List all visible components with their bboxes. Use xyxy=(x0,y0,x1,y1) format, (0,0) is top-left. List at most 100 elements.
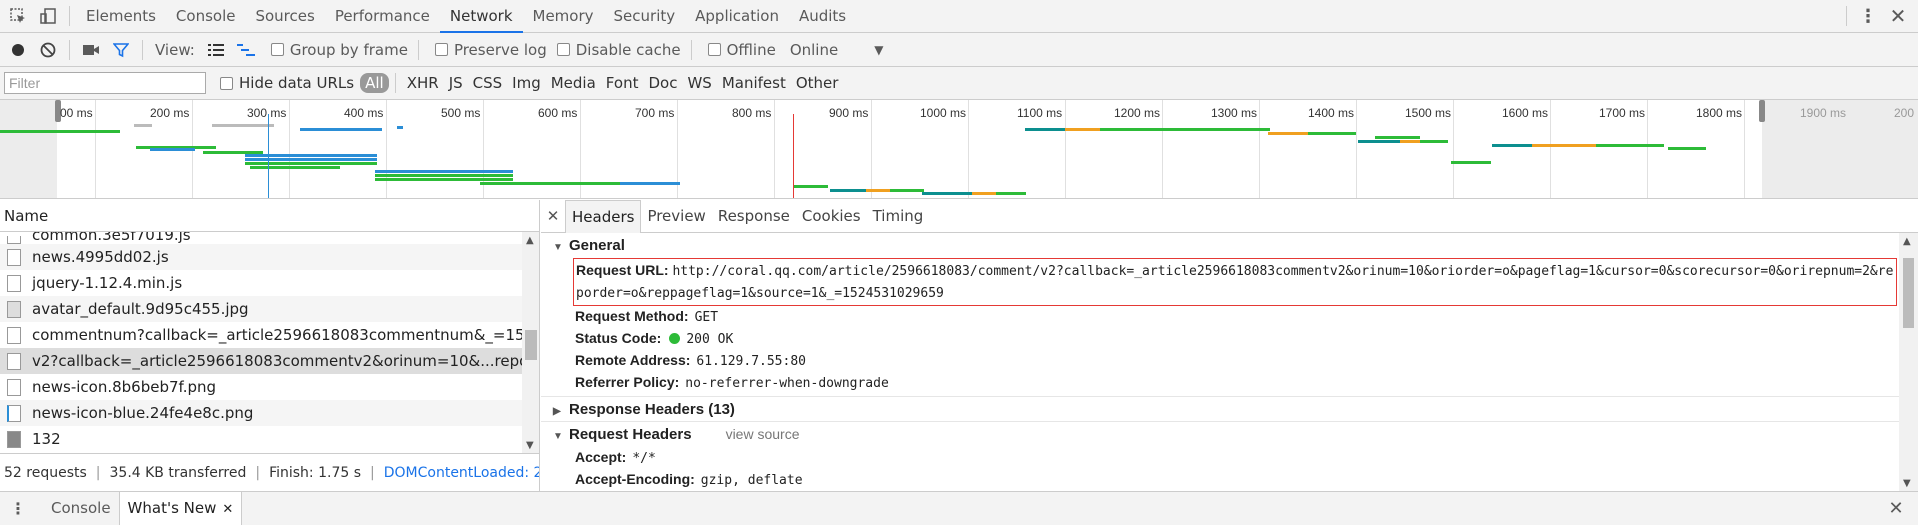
name-column-header[interactable]: Name xyxy=(0,200,539,232)
scrollbar-thumb[interactable] xyxy=(525,330,537,360)
chevron-down-icon[interactable]: ▼ xyxy=(874,43,883,57)
request-row[interactable]: 132 xyxy=(0,426,522,452)
request-list-scrollbar[interactable]: ▲ ▼ xyxy=(522,232,539,453)
request-headers-section-header[interactable]: ▼ Request Headers view source xyxy=(541,422,1899,447)
tab-security[interactable]: Security xyxy=(604,0,686,33)
tab-timing[interactable]: Timing xyxy=(867,200,930,233)
request-row[interactable]: commentnum?callback=_article2596618083co… xyxy=(0,322,522,348)
filter-icon[interactable] xyxy=(111,40,131,60)
script-file-icon xyxy=(7,236,21,244)
tab-audits[interactable]: Audits xyxy=(789,0,856,33)
hide-data-urls-checkbox[interactable] xyxy=(220,76,233,90)
toolbar-divider xyxy=(69,39,70,60)
scrollbar-thumb[interactable] xyxy=(1903,258,1914,328)
filter-type-manifest[interactable]: Manifest xyxy=(717,74,791,92)
request-row[interactable]: news-icon-blue.24fe4e8c.png xyxy=(0,400,522,426)
filter-type-doc[interactable]: Doc xyxy=(643,74,682,92)
throttling-select[interactable]: Online xyxy=(790,41,838,59)
scroll-down-arrow-icon[interactable]: ▼ xyxy=(1903,478,1911,489)
view-source-link[interactable]: view source xyxy=(726,426,800,442)
image-file-icon xyxy=(7,378,21,396)
timeline-gridline xyxy=(1453,100,1454,198)
disable-cache-checkbox[interactable] xyxy=(556,43,570,56)
detail-scrollbar[interactable]: ▲ ▼ xyxy=(1899,233,1918,491)
request-row[interactable]: news-icon.8b6beb7f.png xyxy=(0,374,522,400)
request-name: commentnum?callback=_article2596618083co… xyxy=(32,326,522,344)
tab-elements[interactable]: Elements xyxy=(76,0,166,33)
request-row-selected[interactable]: v2?callback=_article2596618083commentv2&… xyxy=(0,348,522,374)
timeline-gridline xyxy=(1356,100,1357,198)
filter-type-js[interactable]: JS xyxy=(444,74,468,92)
clear-icon[interactable] xyxy=(38,40,58,60)
offline-checkbox[interactable] xyxy=(707,43,721,56)
tab-headers[interactable]: Headers xyxy=(565,200,642,233)
filter-bar: Hide data URLs All XHR JS CSS Img Media … xyxy=(0,67,1918,100)
request-row[interactable]: common.3e5f7019.js xyxy=(0,232,522,244)
offline-label: Offline xyxy=(726,40,776,59)
tab-memory[interactable]: Memory xyxy=(523,0,604,33)
load-event-marker xyxy=(793,114,794,198)
request-bar xyxy=(1668,147,1706,150)
request-bar xyxy=(1451,161,1491,164)
scroll-up-arrow-icon[interactable]: ▲ xyxy=(526,235,534,246)
filter-type-all[interactable]: All xyxy=(360,73,389,93)
response-headers-section-header[interactable]: ▶ Response Headers (13) xyxy=(541,397,1899,422)
request-count: 52 requests xyxy=(4,464,87,481)
request-bar xyxy=(1596,144,1664,147)
scroll-down-arrow-icon[interactable]: ▼ xyxy=(526,440,534,451)
filter-type-font[interactable]: Font xyxy=(601,74,644,92)
tab-application[interactable]: Application xyxy=(685,0,789,33)
waterfall-overview-icon[interactable] xyxy=(236,40,256,60)
request-name: v2?callback=_article2596618083commentv2&… xyxy=(32,352,522,370)
tab-network[interactable]: Network xyxy=(439,0,523,33)
tab-response[interactable]: Response xyxy=(712,200,796,233)
tab-preview[interactable]: Preview xyxy=(641,200,711,233)
request-bar xyxy=(375,170,513,173)
filter-type-ws[interactable]: WS xyxy=(682,74,716,92)
record-icon[interactable] xyxy=(8,40,28,60)
request-row[interactable]: news.4995dd02.js xyxy=(0,244,522,270)
preserve-log-checkbox[interactable] xyxy=(434,43,448,56)
drawer-tab-console[interactable]: Console xyxy=(43,492,119,525)
close-drawer-icon[interactable]: ✕ xyxy=(1886,498,1906,519)
document-file-icon xyxy=(7,326,21,344)
general-section-header[interactable]: ▼ General xyxy=(541,233,1899,258)
request-bar xyxy=(1308,132,1356,135)
large-rows-icon[interactable] xyxy=(206,40,226,60)
close-devtools-icon[interactable]: ✕ xyxy=(1888,4,1908,28)
filter-type-xhr[interactable]: XHR xyxy=(402,74,444,92)
request-row[interactable]: avatar_default.9d95c455.jpg xyxy=(0,296,522,322)
timeline-label: 1200 ms xyxy=(1114,106,1161,120)
network-overview-timeline[interactable]: 00 ms 200 ms 300 ms 400 ms 500 ms 600 ms… xyxy=(0,100,1918,199)
scroll-up-arrow-icon[interactable]: ▲ xyxy=(1903,236,1911,247)
timeline-gridline xyxy=(289,100,290,198)
capture-screenshots-icon[interactable] xyxy=(81,40,101,60)
overview-right-handle[interactable] xyxy=(1759,100,1765,122)
tab-cookies[interactable]: Cookies xyxy=(796,200,867,233)
more-options-icon[interactable]: ⋮ xyxy=(1858,6,1878,27)
tab-performance[interactable]: Performance xyxy=(325,0,440,33)
group-by-frame-checkbox[interactable] xyxy=(270,43,284,56)
drawer-tab-whats-new[interactable]: What's New ✕ xyxy=(118,492,243,525)
request-name: jquery-1.12.4.min.js xyxy=(32,274,183,292)
request-row[interactable]: jquery-1.12.4.min.js xyxy=(0,270,522,296)
document-file-icon xyxy=(7,352,21,370)
filter-type-css[interactable]: CSS xyxy=(468,74,508,92)
close-detail-icon[interactable]: ✕ xyxy=(541,207,565,225)
timeline-gridline xyxy=(95,100,96,198)
tab-console[interactable]: Console xyxy=(166,0,246,33)
filter-type-img[interactable]: Img xyxy=(507,74,546,92)
filter-type-other[interactable]: Other xyxy=(791,74,844,92)
filter-input[interactable] xyxy=(4,72,206,94)
accept-encoding-header-row: Accept-Encoding: gzip, deflate xyxy=(575,471,803,488)
inspect-element-icon[interactable] xyxy=(8,6,28,26)
filter-type-media[interactable]: Media xyxy=(546,74,601,92)
tab-sources[interactable]: Sources xyxy=(245,0,324,33)
close-tab-icon[interactable]: ✕ xyxy=(222,502,233,517)
device-toolbar-icon[interactable] xyxy=(38,6,58,26)
request-bar xyxy=(1025,128,1065,131)
request-bar xyxy=(972,192,996,195)
timeline-label: 800 ms xyxy=(732,106,772,120)
timeline-label: 900 ms xyxy=(829,106,869,120)
drawer-menu-icon[interactable]: ⋮ xyxy=(8,499,28,519)
